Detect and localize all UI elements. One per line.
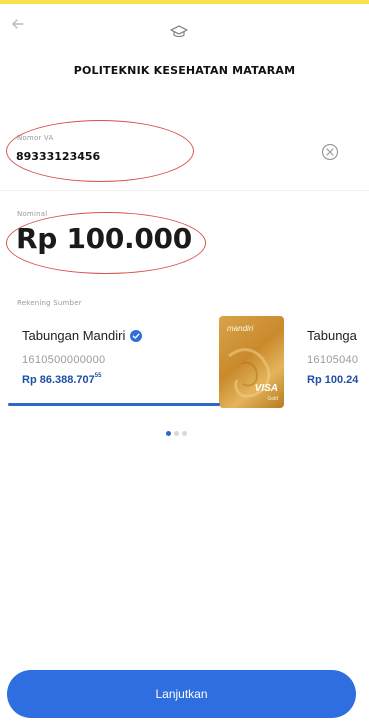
account-name-text: Tabungan Mandiri [22,328,126,343]
verified-check-icon [130,329,143,342]
pager-dot[interactable] [174,431,179,436]
pager-dot[interactable] [182,431,187,436]
pager-dot-active[interactable] [166,431,171,436]
selected-account-indicator [8,403,220,406]
top-status-strip [0,0,369,4]
arrow-left-icon[interactable] [8,14,28,34]
source-account-label: Rekening Sumber [17,299,82,307]
graduation-cap-icon [170,25,188,38]
bank-card-image: mandiri VISA Gold [219,316,284,408]
bank-logo: mandiri [227,324,254,333]
annotation-circle-va [6,120,194,182]
account-balance: Rp 100.24 [307,374,359,386]
visa-logo: VISA [254,383,278,394]
account-number: 16105040 [307,354,359,366]
continue-button[interactable]: Lanjutkan [7,670,356,718]
account-name: Tabungan Mandiri [22,328,143,343]
account-carousel[interactable]: Tabungan Mandiri 1610500000000 Rp 86.388… [0,316,369,416]
account-balance: Rp 86.388.70755 [22,373,102,386]
amount-label: Nominal [17,210,48,218]
account-number: 1610500000000 [22,354,106,366]
divider [0,190,369,191]
annotation-circle-amount [6,212,206,274]
carousel-pager [166,421,190,436]
account-balance-cents: 55 [94,373,102,379]
account-card-mandiri[interactable]: Tabungan Mandiri 1610500000000 Rp 86.388… [22,316,222,406]
page-title: POLITEKNIK KESEHATAN MATARAM [73,64,296,77]
account-name: Tabunga [307,328,357,343]
account-balance-text: Rp 86.388.707 [22,374,95,386]
clear-icon[interactable] [321,143,339,161]
account-card-next[interactable]: Tabunga 16105040 Rp 100.24 [307,316,369,406]
visa-tier: Gold [267,396,278,402]
